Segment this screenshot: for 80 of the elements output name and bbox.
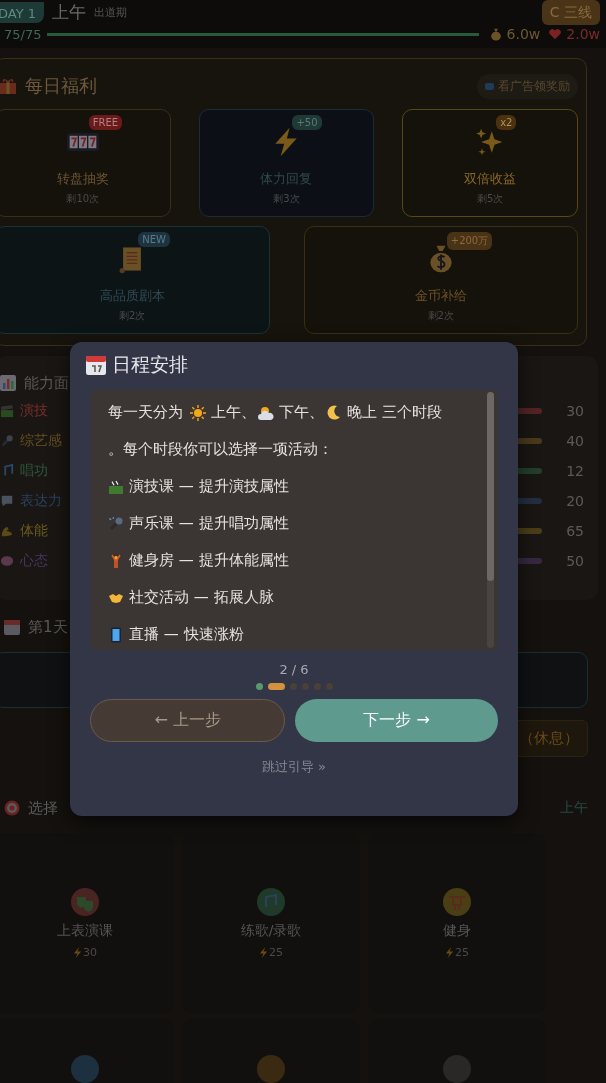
energy-cost: 25 xyxy=(259,945,283,959)
ability-name: 综艺感 xyxy=(20,432,62,450)
remaining-count: 剩10次 xyxy=(66,192,100,206)
ability-value: 40 xyxy=(565,433,584,449)
reward-title: 双倍收益 xyxy=(464,170,517,188)
reward-title: 高品质剧本 xyxy=(99,287,165,305)
microphone-icon xyxy=(0,434,14,448)
section-title: 每日福利 xyxy=(25,74,97,98)
circle-icon xyxy=(71,1055,99,1083)
ability-value: 50 xyxy=(565,553,584,569)
clapperboard-icon xyxy=(0,404,14,418)
previous-button[interactable]: ← 上一步 xyxy=(90,699,286,742)
fans-label: 2.0w xyxy=(566,26,600,42)
money-bag-icon xyxy=(488,27,503,41)
sun-icon xyxy=(189,404,206,421)
microphone-icon xyxy=(108,515,124,532)
stage-label: 出道期 xyxy=(94,4,127,20)
guide-text: 社交活动 — 拓展人脉 xyxy=(129,588,274,607)
heart-icon xyxy=(548,27,563,41)
ability-name: 体能 xyxy=(20,522,48,540)
ability-value: 65 xyxy=(565,523,584,539)
gift-icon xyxy=(0,77,17,95)
calendar-icon xyxy=(86,355,106,375)
reward-card[interactable]: FREE 转盘抽奖 剩10次 xyxy=(0,109,171,217)
next-button[interactable]: 下一步 → xyxy=(295,699,498,742)
bar-chart-icon xyxy=(0,375,16,391)
day-badge: DAY 1 xyxy=(0,1,44,23)
music-notes-icon xyxy=(257,887,285,916)
dialog-title: 日程安排 xyxy=(112,352,188,377)
clapperboard-icon xyxy=(108,478,124,495)
reward-title: 转盘抽奖 xyxy=(56,170,109,188)
guide-text: 下午、 xyxy=(278,403,324,422)
guide-text: 上午、 xyxy=(210,403,256,422)
guide-text: 晚上 三个时段 xyxy=(346,403,442,422)
energy-label: 75/75 xyxy=(4,26,42,42)
reward-card[interactable]: x2 双倍收益 剩5次 xyxy=(402,109,578,217)
lightning-icon xyxy=(445,946,454,958)
skip-guide-link[interactable]: 跳过引导 » xyxy=(259,756,329,778)
money-label: 6.0w xyxy=(506,26,541,42)
lightning-icon xyxy=(259,946,268,958)
target-icon xyxy=(4,800,20,816)
ability-value: 12 xyxy=(565,463,584,479)
masks-icon xyxy=(71,887,99,916)
reward-badge: +50 xyxy=(292,115,322,130)
ability-name: 心态 xyxy=(20,552,48,570)
guide-text: 演技课 — 提升演技属性 xyxy=(129,477,289,496)
calendar-icon xyxy=(4,619,20,635)
ability-name: 演技 xyxy=(20,402,48,420)
remaining-count: 剩2次 xyxy=(427,309,454,323)
circle-icon xyxy=(443,1055,471,1083)
moon-icon xyxy=(325,404,342,421)
sun-cloud-icon xyxy=(257,404,274,421)
speech-bubble-icon xyxy=(0,494,14,508)
activity-name: 健身 xyxy=(443,921,471,940)
guide-text: 声乐课 — 提升唱功属性 xyxy=(129,514,289,533)
page-counter: 2 / 6 xyxy=(278,662,310,677)
period-label: 上午 xyxy=(52,0,86,24)
phone-icon xyxy=(108,626,124,643)
lightning-icon xyxy=(73,946,82,958)
energy-cost: 30 xyxy=(73,945,97,959)
guide-text: 每一天分为 xyxy=(108,403,184,422)
energy-cost: 25 xyxy=(445,945,469,959)
guide-text: 。每个时段你可以选择一项活动： xyxy=(108,440,333,459)
circle-icon xyxy=(257,1055,285,1083)
reward-title: 金币补给 xyxy=(414,287,467,305)
ability-name: 表达力 xyxy=(20,492,62,510)
ability-value: 20 xyxy=(565,493,584,509)
remaining-count: 剩5次 xyxy=(476,192,504,206)
scrollbar[interactable] xyxy=(487,392,494,648)
ability-name: 唱功 xyxy=(20,462,48,480)
ability-value: 30 xyxy=(565,403,584,419)
guide-text: 健身房 — 提升体能属性 xyxy=(129,551,289,570)
reward-badge: NEW xyxy=(138,232,170,247)
reward-badge: FREE xyxy=(88,115,123,130)
section-title: 选择 xyxy=(28,798,58,818)
reward-badge: x2 xyxy=(496,115,517,130)
guide-text: 直播 — 快速涨粉 xyxy=(129,625,244,644)
section-title: 能力面 xyxy=(24,373,69,393)
section-title: 第1天 xyxy=(28,617,68,637)
activity-name: 练歌/录歌 xyxy=(240,921,302,940)
